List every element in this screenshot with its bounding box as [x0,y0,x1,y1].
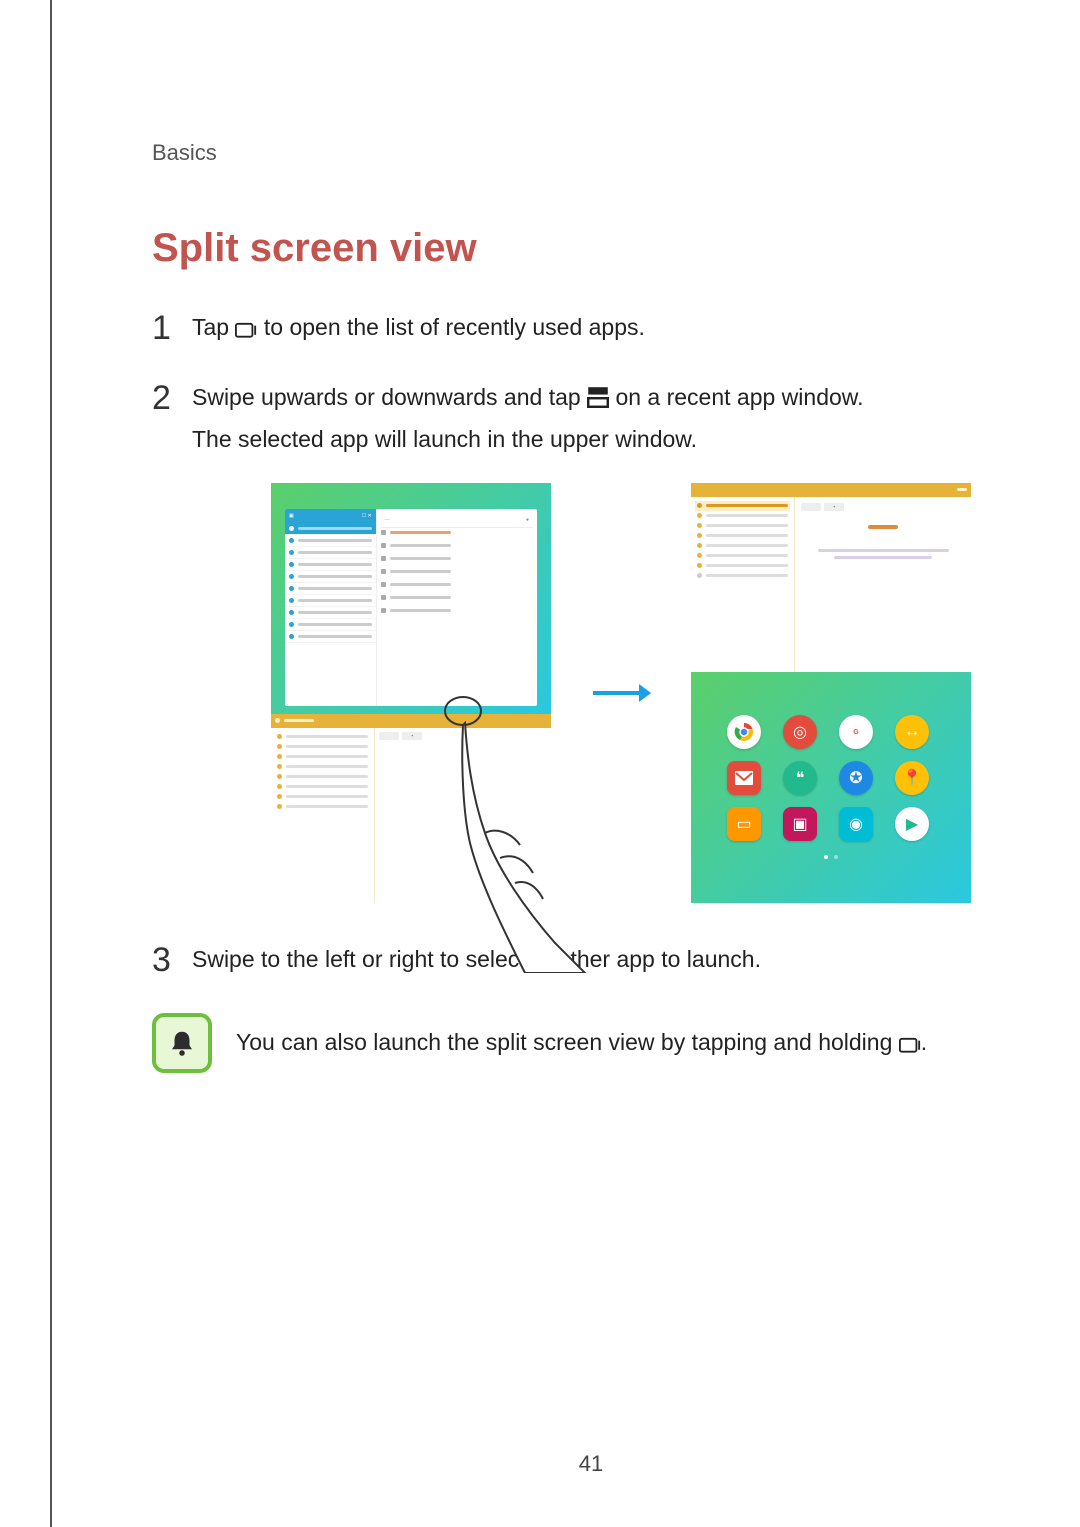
step-text: Swipe to the left or right to select ano… [192,943,1030,975]
note: You can also launch the split screen vie… [152,1013,1030,1073]
app-swap-icon: ↔ [895,715,929,749]
step-2: 2 Swipe upwards or downwards and tap on … [152,381,1030,455]
tablet-after: + ◎ G ↔ [691,483,971,903]
step-2-pre: Swipe upwards or downwards and tap [192,384,587,410]
app-target-icon: ◎ [783,715,817,749]
recent-apps-icon [235,314,257,332]
app-maps-icon: 📍 [895,761,929,795]
step-text: Tap to open the list of recently used ap… [192,311,1030,343]
section-label: Basics [152,140,1030,166]
step-2-line2: The selected app will launch in the uppe… [192,426,697,452]
step-2-post: on a recent app window. [615,384,863,410]
note-text: You can also launch the split screen vie… [236,1029,927,1056]
app-globe-icon: ✪ [839,761,873,795]
app-photo-icon: ◉ [839,807,873,841]
step-number: 3 [152,937,192,985]
page: Basics Split screen view 1 Tap to open t… [50,0,1080,1527]
tablet-before: ▣☐ ✕ —● [271,483,551,903]
page-title: Split screen view [152,226,1030,271]
step-text: Swipe upwards or downwards and tap on a … [192,381,1030,455]
illustration: ▣☐ ✕ —● [212,483,1030,903]
app-grid: ◎ G ↔ ❝ ✪ 📍 ▭ ▣ ◉ ▶ [727,715,935,841]
app-gmail-icon [727,761,761,795]
app-chrome-icon [727,715,761,749]
note-pre: You can also launch the split screen vie… [236,1029,899,1055]
step-1: 1 Tap to open the list of recently used … [152,311,1030,353]
page-indicator [824,855,838,859]
step-1-post: to open the list of recently used apps. [264,314,645,340]
bell-icon [152,1013,212,1073]
step-3: 3 Swipe to the left or right to select a… [152,943,1030,985]
page-number: 41 [52,1451,1080,1477]
app-galaxy-icon: G [839,715,873,749]
recent-apps-icon [899,1032,921,1050]
app-folder-icon: ▭ [727,807,761,841]
step-1-pre: Tap [192,314,235,340]
app-quote-icon: ❝ [783,761,817,795]
arrow-right-icon [591,678,651,708]
split-view-icon [587,384,609,402]
app-play-icon: ▶ [895,807,929,841]
step-number: 1 [152,305,192,353]
app-video-icon: ▣ [783,807,817,841]
step-number: 2 [152,375,192,423]
note-post: . [921,1029,927,1055]
